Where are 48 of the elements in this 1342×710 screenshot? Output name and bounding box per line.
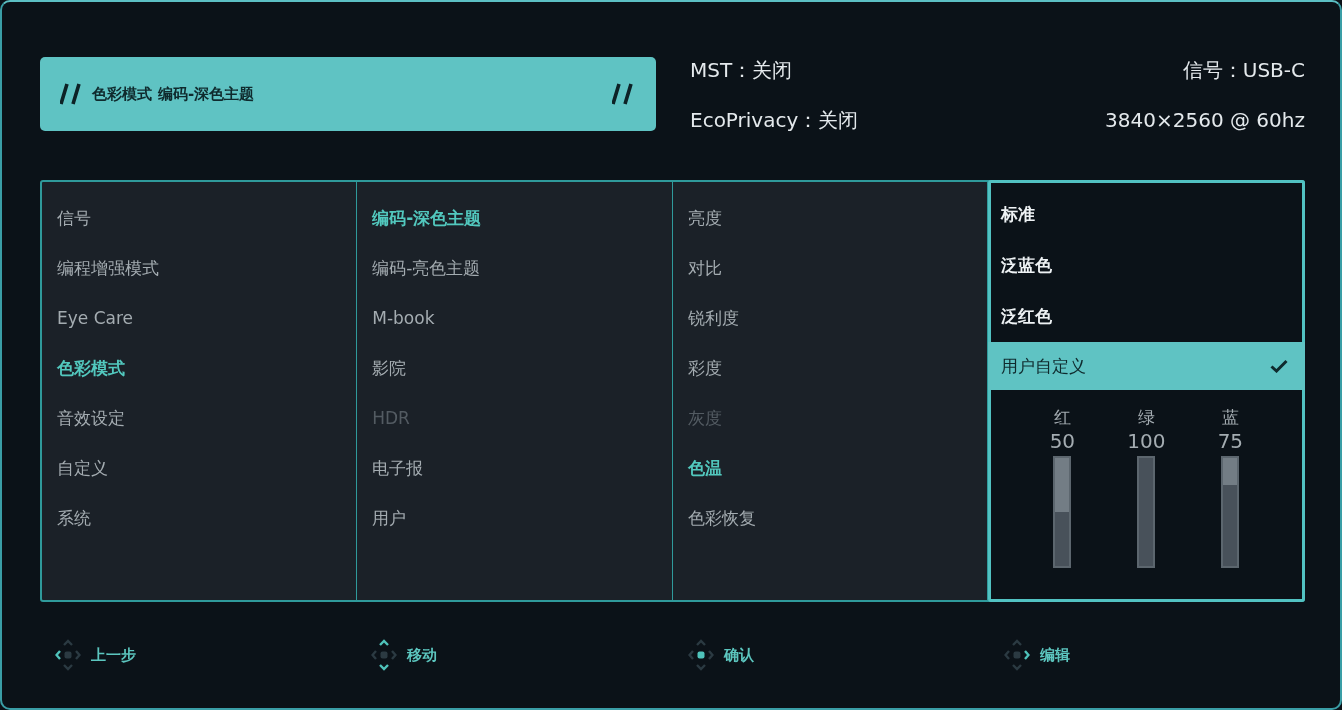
direction-pad-icon — [1003, 638, 1030, 672]
option-item[interactable]: 泛蓝色 — [990, 240, 1302, 291]
hint-label: 确认 — [723, 645, 754, 665]
banner-section: 色彩模式 — [92, 84, 152, 104]
double-slash-icon — [60, 83, 82, 105]
menu-item[interactable]: 电子报 — [372, 443, 672, 493]
menu-item[interactable]: 锐利度 — [687, 293, 987, 343]
slider-label: 蓝 — [1221, 406, 1239, 428]
menu-item[interactable]: 影院 — [372, 343, 672, 393]
direction-pad-icon — [371, 638, 398, 672]
option-item[interactable]: 泛红色 — [990, 291, 1302, 342]
banner-mode: 编码-深色主题 — [158, 84, 255, 104]
option-item[interactable]: 用户自定义 — [987, 342, 1305, 390]
slider-label: 红 — [1053, 406, 1071, 428]
option-item[interactable]: 标准 — [990, 189, 1302, 240]
hint-label: 移动 — [407, 645, 438, 665]
menu-item[interactable]: 色温 — [687, 443, 987, 493]
direction-pad-icon — [687, 638, 714, 672]
status-text: 3840×2560 @ 60hz — [1105, 107, 1305, 133]
slider-track[interactable] — [1053, 456, 1072, 568]
menu-item[interactable]: 系统 — [57, 493, 357, 543]
menu-item[interactable]: M-book — [372, 293, 672, 343]
slider-value: 50 — [1049, 428, 1076, 454]
status-text: 信号：USB-C — [1182, 57, 1305, 83]
slider-value: 75 — [1217, 428, 1244, 454]
status-text: EcoPrivacy：关闭 — [690, 107, 860, 133]
check-icon — [1270, 359, 1288, 373]
menu-item[interactable]: 色彩模式 — [57, 343, 357, 393]
hint-label: 上一步 — [91, 645, 136, 665]
menu-item[interactable]: 音效设定 — [57, 393, 357, 443]
menu-item[interactable]: 编程增强模式 — [57, 243, 357, 293]
hint-label: 编辑 — [1039, 645, 1070, 665]
menu-item[interactable]: 对比 — [687, 243, 987, 293]
menu-item[interactable]: 亮度 — [687, 193, 987, 243]
menu-item[interactable]: 信号 — [57, 193, 357, 243]
menu-item[interactable]: 自定义 — [57, 443, 357, 493]
menu-item[interactable]: 编码-深色主题 — [372, 193, 672, 243]
menu-item[interactable]: 色彩恢复 — [687, 493, 987, 543]
slider-track[interactable] — [1221, 456, 1240, 568]
menu-item[interactable]: 彩度 — [687, 343, 987, 393]
menu-item[interactable]: Eye Care — [57, 293, 357, 343]
direction-pad-icon — [55, 638, 81, 672]
menu-item[interactable]: 编码-亮色主题 — [372, 243, 672, 293]
menu-item[interactable]: 用户 — [372, 493, 672, 543]
double-slash-icon — [612, 83, 634, 105]
status-text: MST：关闭 — [690, 57, 794, 83]
slider-label: 绿 — [1137, 406, 1155, 428]
slider-value: 100 — [1127, 428, 1166, 454]
